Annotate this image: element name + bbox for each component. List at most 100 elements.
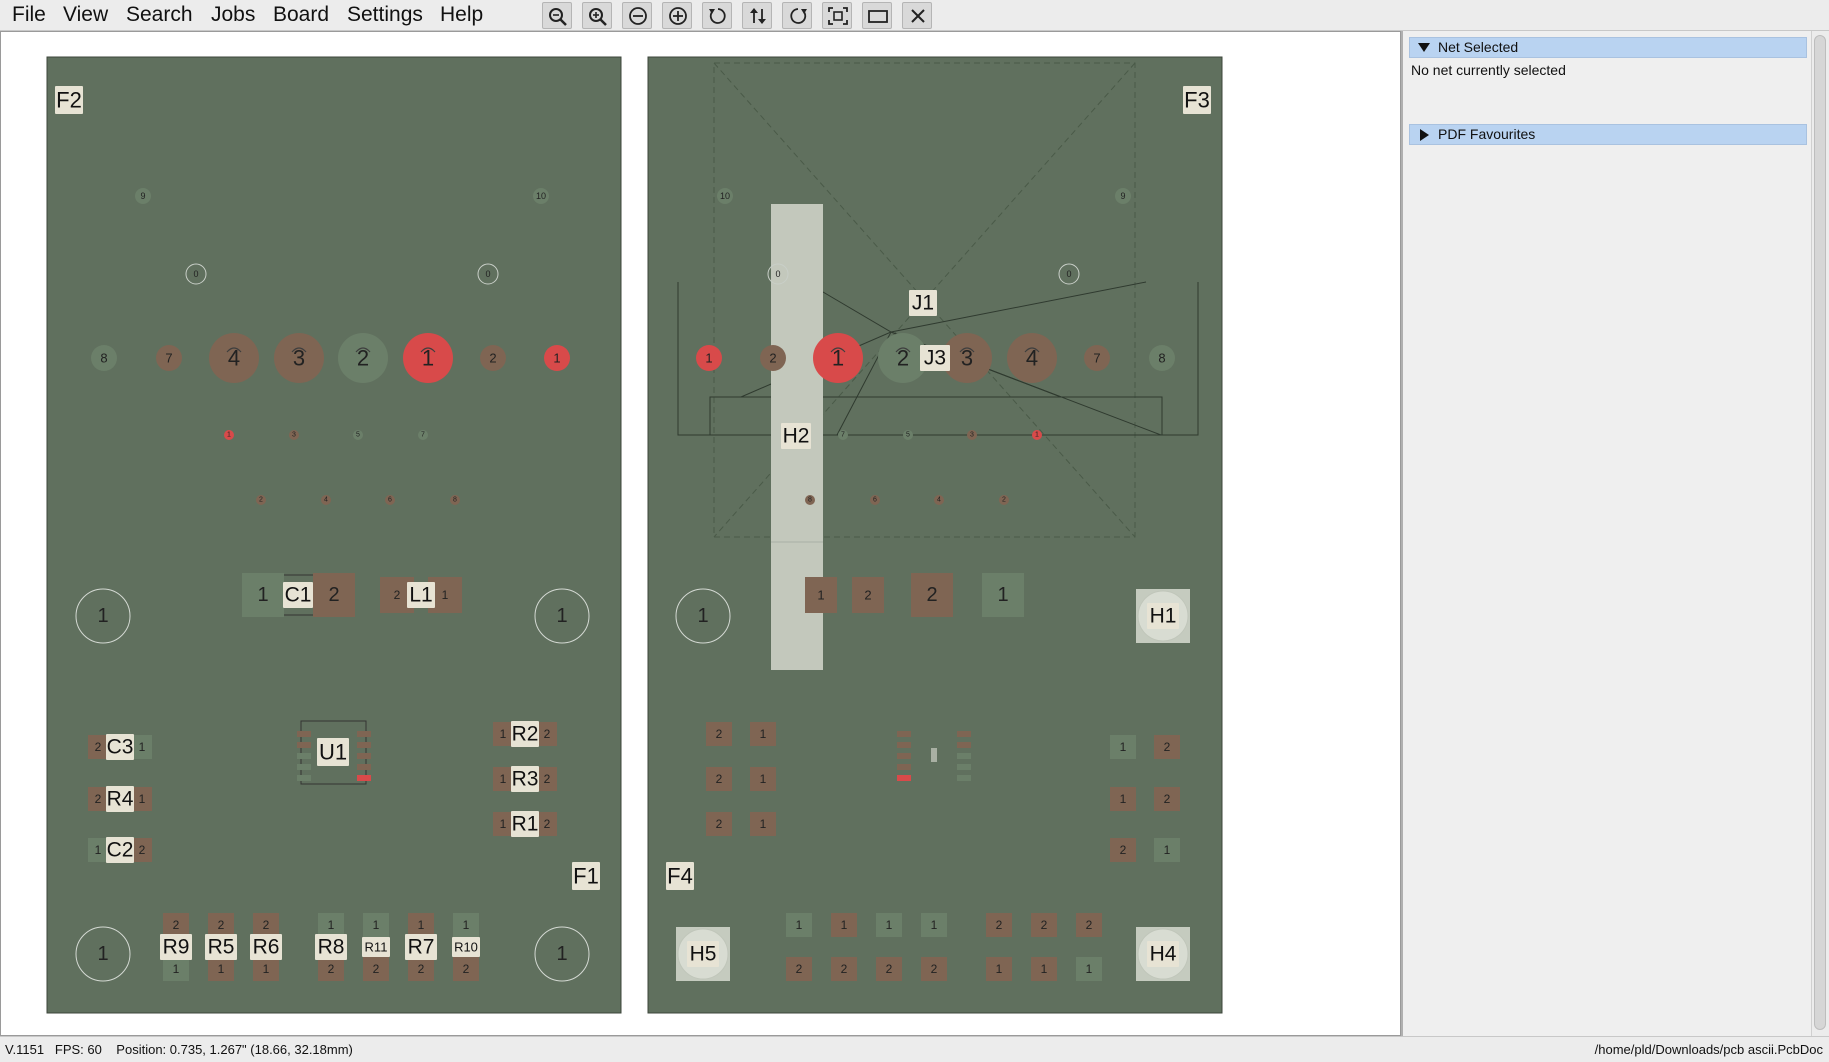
- triangle-down-icon: [1418, 43, 1430, 52]
- fiducial-f2: F2: [56, 88, 82, 113]
- fit-screen-icon: [828, 7, 848, 25]
- zoom-plus-button[interactable]: [662, 2, 692, 29]
- pdf-favourites-header[interactable]: PDF Favourites: [1409, 124, 1807, 145]
- bottom-u1-pad[interactable]: [897, 753, 911, 759]
- c2-pad-number: 2: [139, 843, 146, 857]
- close-icon: [911, 9, 925, 23]
- r8-pad-number: 1: [328, 918, 335, 932]
- fit-screen-button[interactable]: [822, 2, 852, 29]
- refdes-h1: H1: [1150, 605, 1177, 628]
- rotate-ccw-button[interactable]: [702, 2, 732, 29]
- bottom-pad-number: 1: [760, 817, 767, 831]
- close-button[interactable]: [902, 2, 932, 29]
- r6-pad-number: 2: [263, 918, 270, 932]
- net-status-text: No net currently selected: [1411, 62, 1566, 78]
- top-pin-tiny-number: 8: [453, 497, 457, 504]
- status-bar: V.1151 FPS: 60 Position: 0.735, 1.267" (…: [0, 1036, 1829, 1062]
- menu-settings[interactable]: Settings: [343, 3, 427, 27]
- r5-pad-number: 1: [218, 962, 225, 976]
- fiducial-f3: F3: [1184, 88, 1210, 113]
- fiducial-f1: F1: [573, 864, 599, 889]
- bottom-pin-tiny-number: 6: [873, 497, 877, 504]
- menu-file[interactable]: File: [8, 3, 50, 27]
- bottom-u1-pad[interactable]: [897, 764, 911, 770]
- refdes-h5: H5: [690, 943, 717, 966]
- triangle-right-icon: [1420, 129, 1429, 141]
- bottom-pad-number: 1: [1164, 843, 1171, 857]
- u1-pad[interactable]: [297, 731, 311, 737]
- refdes-r4: R4: [107, 788, 134, 811]
- r3-pad-number: 2: [544, 772, 551, 786]
- u1-pad[interactable]: [357, 764, 371, 770]
- menu-view[interactable]: View: [59, 3, 112, 27]
- u1-pad[interactable]: [357, 753, 371, 759]
- zoom-minus-button[interactable]: [622, 2, 652, 29]
- r11-pad-number: 1: [373, 918, 380, 932]
- flip-icon: [750, 8, 766, 24]
- top-pin-zero-number: 0: [193, 269, 198, 279]
- net-selected-header[interactable]: Net Selected: [1409, 37, 1807, 58]
- flip-button[interactable]: [742, 2, 772, 29]
- scrollbar[interactable]: [1811, 31, 1829, 1036]
- bottom-header-pin-number: 7: [1093, 351, 1100, 366]
- refdes-c3: C3: [107, 736, 134, 759]
- u1-pad[interactable]: [357, 731, 371, 737]
- r8-pad-number: 2: [328, 962, 335, 976]
- c3-pad-number: 1: [139, 740, 146, 754]
- bottom-pad-number: 1: [1120, 792, 1127, 806]
- u1-pad[interactable]: [357, 742, 371, 748]
- mount-hole-number: 1: [556, 943, 567, 965]
- rectangle-button[interactable]: [862, 2, 892, 29]
- u1-pad[interactable]: [297, 775, 311, 781]
- menu-search[interactable]: Search: [122, 3, 197, 27]
- status-info: V.1151 FPS: 60 Position: 0.735, 1.267" (…: [5, 1042, 353, 1057]
- bottom-row-pad-number: 2: [931, 962, 938, 976]
- r2-pad-number: 1: [500, 727, 507, 741]
- u1-pad[interactable]: [297, 764, 311, 770]
- zoom-out-button[interactable]: [542, 2, 572, 29]
- bottom-u1-pad[interactable]: [897, 775, 911, 781]
- bottom-row-pad-number: 2: [841, 962, 848, 976]
- bottom-u1-pad[interactable]: [957, 742, 971, 748]
- refdes-r7: R7: [408, 936, 435, 959]
- board-canvas[interactable]: F2 F1 9 10 0 0 8 7 4 3 2 1 2 1 1 3 5 7 2 4 6 8 1 1 1 1 1 2 C1 2 1 L1 U1 2…: [0, 31, 1401, 1036]
- bottom-u1-pad[interactable]: [957, 753, 971, 759]
- rotate-cw-button[interactable]: [782, 2, 812, 29]
- u1-pad[interactable]: [357, 775, 371, 781]
- top-pin-tiny-number: 1: [227, 432, 231, 439]
- mount-hole-number: 1: [556, 605, 567, 627]
- bottom-u1-pad[interactable]: [897, 731, 911, 737]
- bottom-pin-zero-number: 0: [1066, 269, 1071, 279]
- bottom-pad-number: 2: [864, 588, 871, 603]
- bottom-u1-pad[interactable]: [957, 731, 971, 737]
- menu-help[interactable]: Help: [436, 3, 487, 27]
- board-view[interactable]: F2F19 100 08 7 4 3 2 1 2 11 3 5 72 4 6 81 11 11 2C1 2 1L1U12…: [1, 32, 1401, 1036]
- menu-board[interactable]: Board: [269, 3, 333, 27]
- rotate-cw-icon: [790, 8, 807, 24]
- r9-pad-number: 1: [173, 962, 180, 976]
- bottom-u1-pad[interactable]: [957, 775, 971, 781]
- mount-hole-number: 1: [97, 605, 108, 627]
- side-panel: Net Selected No net currently selected P…: [1401, 31, 1811, 1036]
- u1-pad[interactable]: [297, 742, 311, 748]
- r6-pad-number: 1: [263, 962, 270, 976]
- l1-pad-number: 2: [394, 588, 401, 602]
- bottom-pin-tiny-number: 2: [1002, 497, 1006, 504]
- zoom-in-button[interactable]: [582, 2, 612, 29]
- u1-pad[interactable]: [297, 753, 311, 759]
- menu-jobs[interactable]: Jobs: [207, 3, 259, 27]
- bottom-u1-pad[interactable]: [897, 742, 911, 748]
- scroll-thumb[interactable]: [1814, 35, 1826, 1030]
- r1-pad-number: 1: [500, 817, 507, 831]
- top-pin-tiny-number: 2: [259, 497, 263, 504]
- bottom-pad-number: 2: [1164, 740, 1171, 754]
- bottom-pin-tiny-number: 7: [841, 432, 845, 439]
- bottom-pin-tiny-number: 1: [1035, 432, 1039, 439]
- bottom-pad-number: 1: [1120, 740, 1127, 754]
- bottom-u1-pad[interactable]: [957, 764, 971, 770]
- top-pin-tiny-number: 7: [421, 432, 425, 439]
- board-bottom[interactable]: [647, 56, 1223, 1014]
- net-selected-title: Net Selected: [1438, 39, 1519, 55]
- zoom-in-icon: [589, 8, 607, 26]
- refdes-r2: R2: [512, 723, 539, 746]
